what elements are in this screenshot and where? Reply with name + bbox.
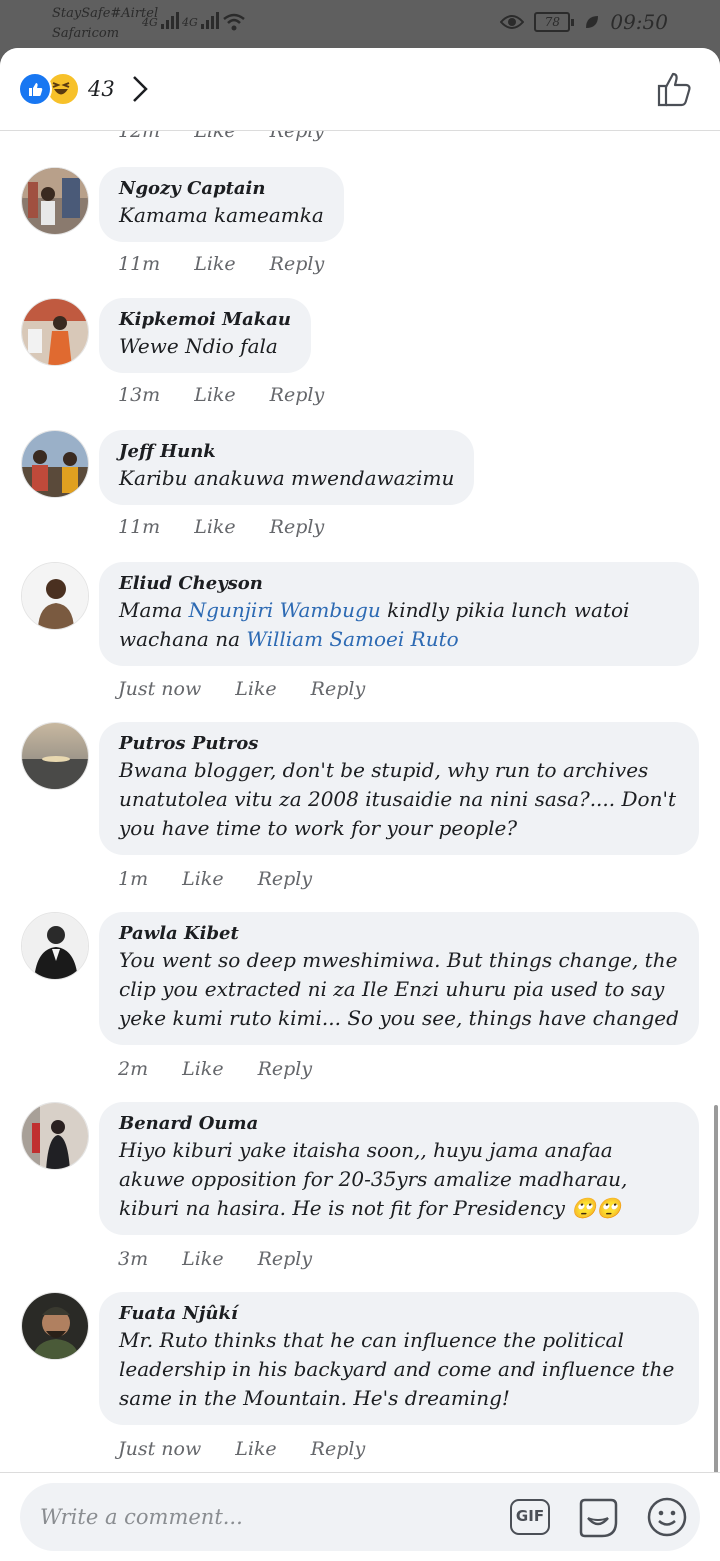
comment-time: Just now: [118, 678, 202, 700]
comment-author[interactable]: Eliud Cheyson: [119, 572, 679, 596]
clock: 09:50: [610, 10, 668, 34]
comment-meta: 13m Like Reply: [118, 384, 358, 406]
comment-bubble[interactable]: Fuata Njûkí Mr. Ruto thinks that he can …: [99, 1292, 699, 1425]
comment-author[interactable]: Ngozy Captain: [119, 177, 324, 201]
comment-input[interactable]: Write a comment... GIF: [20, 1483, 700, 1551]
mention-link[interactable]: William Samoei Ruto: [246, 627, 458, 651]
sticker-icon[interactable]: [576, 1496, 620, 1540]
like-link[interactable]: Like: [235, 1438, 276, 1460]
like-link[interactable]: Like: [182, 868, 223, 890]
reactions-header: 43: [0, 48, 720, 131]
avatar[interactable]: [21, 430, 89, 498]
comment-text: Wewe Ndio fala: [119, 334, 278, 358]
comment-bubble[interactable]: Kipkemoi Makau Wewe Ndio fala: [99, 298, 311, 373]
like-link[interactable]: Like: [194, 253, 235, 275]
reply-link[interactable]: Reply: [270, 253, 325, 275]
comment-author[interactable]: Jeff Hunk: [119, 440, 454, 464]
gif-button[interactable]: GIF: [510, 1499, 550, 1535]
reply-link[interactable]: Reply: [311, 1438, 366, 1460]
reactions-summary[interactable]: 43: [18, 72, 149, 106]
reply-link[interactable]: Reply: [270, 384, 325, 406]
battery-level: 78: [534, 12, 571, 32]
comment-time: 11m: [118, 253, 161, 275]
comment-meta: Just now Like Reply: [118, 1438, 399, 1460]
avatar[interactable]: [21, 722, 89, 790]
status-bar: StaySafe#Airtel Safaricom 4G 4G 78 09:50: [0, 0, 720, 48]
mention-link[interactable]: Ngunjiri Wambugu: [189, 598, 381, 622]
comment-time: Just now: [118, 1438, 202, 1460]
avatar[interactable]: [21, 298, 89, 366]
reply-link[interactable]: Reply: [311, 678, 366, 700]
signal-bars-icon: [200, 12, 219, 29]
like-reaction-icon: [18, 72, 52, 106]
reply-link[interactable]: Reply: [270, 516, 325, 538]
status-right: 78 09:50: [500, 10, 668, 34]
like-link[interactable]: Like: [194, 384, 235, 406]
comment-meta: 3m Like Reply: [118, 1248, 346, 1270]
like-link[interactable]: Like: [182, 1248, 223, 1270]
chevron-right-icon[interactable]: [131, 74, 149, 104]
network-type-1: 4G: [142, 16, 158, 29]
battery-icon: 78: [534, 12, 575, 32]
signal-1: 4G: [142, 12, 179, 29]
comment-bubble[interactable]: Putros Putros Bwana blogger, don't be st…: [99, 722, 699, 855]
comment-author[interactable]: Putros Putros: [119, 732, 679, 756]
network-type-2: 4G: [182, 16, 198, 29]
comment-bubble[interactable]: Eliud Cheyson Mama Ngunjiri Wambugu kind…: [99, 562, 699, 666]
scrollbar[interactable]: [714, 1105, 718, 1521]
signal-2: 4G: [182, 12, 219, 29]
avatar[interactable]: [21, 912, 89, 980]
avatar[interactable]: [21, 1292, 89, 1360]
comment-author[interactable]: Fuata Njûkí: [119, 1302, 679, 1326]
comment-text: You went so deep mweshimiwa. But things …: [119, 948, 679, 1030]
reaction-count: 43: [88, 77, 115, 101]
comment-time: 2m: [118, 1058, 149, 1080]
comment-bubble[interactable]: Pawla Kibet You went so deep mweshimiwa.…: [99, 912, 699, 1045]
like-link[interactable]: Like: [235, 678, 276, 700]
comment-text: Bwana blogger, don't be stupid, why run …: [119, 758, 676, 840]
thumbs-up-icon[interactable]: [656, 70, 694, 108]
reply-link[interactable]: Reply: [258, 1248, 313, 1270]
comment-author[interactable]: Pawla Kibet: [119, 922, 679, 946]
comment-meta: 2m Like Reply: [118, 1058, 346, 1080]
reply-link[interactable]: Reply: [258, 1058, 313, 1080]
emoji-icon[interactable]: [646, 1496, 688, 1538]
comments-sheet: 43 12m Like Reply Ngozy Captain Kamama k…: [0, 48, 720, 1560]
comment-meta: Just now Like Reply: [118, 678, 399, 700]
comment-time: 3m: [118, 1248, 149, 1270]
avatar[interactable]: [21, 562, 89, 630]
comment-author[interactable]: Benard Ouma: [119, 1112, 679, 1136]
comment-time: 11m: [118, 516, 161, 538]
comment-bubble[interactable]: Ngozy Captain Kamama kameamka: [99, 167, 344, 242]
comment-time: 1m: [118, 868, 149, 890]
comment-placeholder: Write a comment...: [40, 1505, 243, 1529]
avatar[interactable]: [21, 1102, 89, 1170]
avatar[interactable]: [21, 167, 89, 235]
comment-meta: 11m Like Reply: [118, 516, 358, 538]
comment-meta: 1m Like Reply: [118, 868, 346, 890]
comment-text: Kamama kameamka: [119, 203, 324, 227]
comment-meta: 11m Like Reply: [118, 253, 358, 275]
signal-bars-icon: [160, 12, 179, 29]
comment-text: Hiyo kiburi yake itaisha soon,, huyu jam…: [119, 1138, 628, 1220]
reply-link[interactable]: Reply: [258, 868, 313, 890]
comment-text: Mama Ngunjiri Wambugu kindly pikia lunch…: [119, 598, 630, 651]
comment-author[interactable]: Kipkemoi Makau: [119, 308, 291, 332]
comment-text: Mr. Ruto thinks that he can influence th…: [119, 1328, 675, 1410]
comment-time: 13m: [118, 384, 161, 406]
leaf-icon: [586, 16, 599, 28]
comment-composer: Write a comment... GIF: [0, 1472, 720, 1561]
comment-bubble[interactable]: Jeff Hunk Karibu anakuwa mwendawazimu: [99, 430, 475, 505]
like-link[interactable]: Like: [182, 1058, 223, 1080]
eye-icon: [500, 15, 525, 29]
comment-bubble[interactable]: Benard Ouma Hiyo kiburi yake itaisha soo…: [99, 1102, 699, 1235]
wifi-icon: [223, 13, 245, 31]
like-link[interactable]: Like: [194, 516, 235, 538]
comment-text: Karibu anakuwa mwendawazimu: [119, 466, 455, 490]
